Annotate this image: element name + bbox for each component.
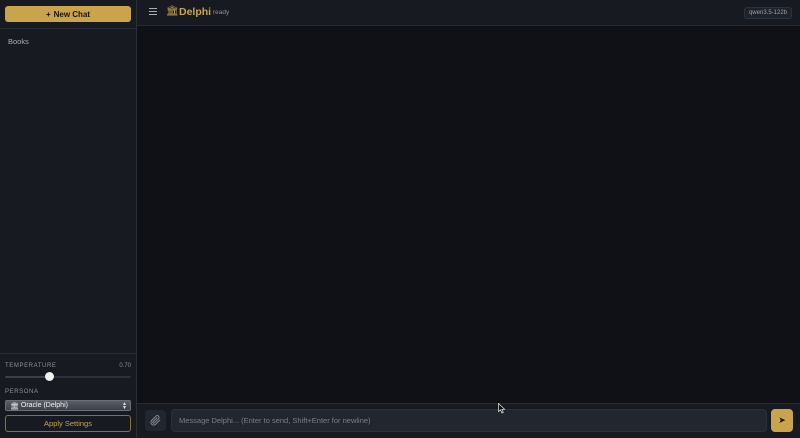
apply-settings-button[interactable]: Apply Settings [5,415,131,432]
chat-area [137,26,800,403]
new-chat-label: New Chat [53,9,91,19]
status-text: ready [213,9,230,16]
temperature-value: 0.70 [119,363,131,369]
bank-icon: 🏛 [166,6,179,17]
new-chat-button[interactable]: + New Chat [5,6,131,22]
settings-panel: TEMPERATURE 0.70 PERSONA 🏛 Oracle (Delph… [0,353,136,438]
persona-selected-value: Oracle (Delphi) [20,402,68,409]
bank-icon: 🏛 [10,402,19,410]
top-bar: 🏛 Delphi ready qwen3.5-122b [137,0,800,26]
menu-icon[interactable] [149,8,157,17]
attach-button[interactable] [145,410,166,431]
app-title: Delphi [179,6,212,18]
plus-icon: + [45,9,51,19]
persona-select[interactable]: 🏛 Oracle (Delphi) ▲ ▼ [5,400,131,411]
select-arrows-icon: ▲ ▼ [122,401,127,411]
model-badge[interactable]: qwen3.5-122b [743,7,792,19]
send-button[interactable]: ➤ [771,409,793,432]
sidebar: + New Chat Books TEMPERATURE 0.70 PERSON… [0,0,137,438]
slider-thumb[interactable] [44,372,54,381]
temperature-slider[interactable] [5,372,131,381]
persona-label: PERSONA [5,389,39,395]
send-icon: ➤ [778,415,786,425]
composer: ➤ [137,403,800,438]
temperature-label: TEMPERATURE [5,363,57,369]
message-input[interactable] [171,409,767,432]
sidebar-divider [0,28,136,29]
conversation-item[interactable]: Books [8,37,29,46]
paperclip-icon [150,415,161,426]
slider-fill [5,376,50,378]
